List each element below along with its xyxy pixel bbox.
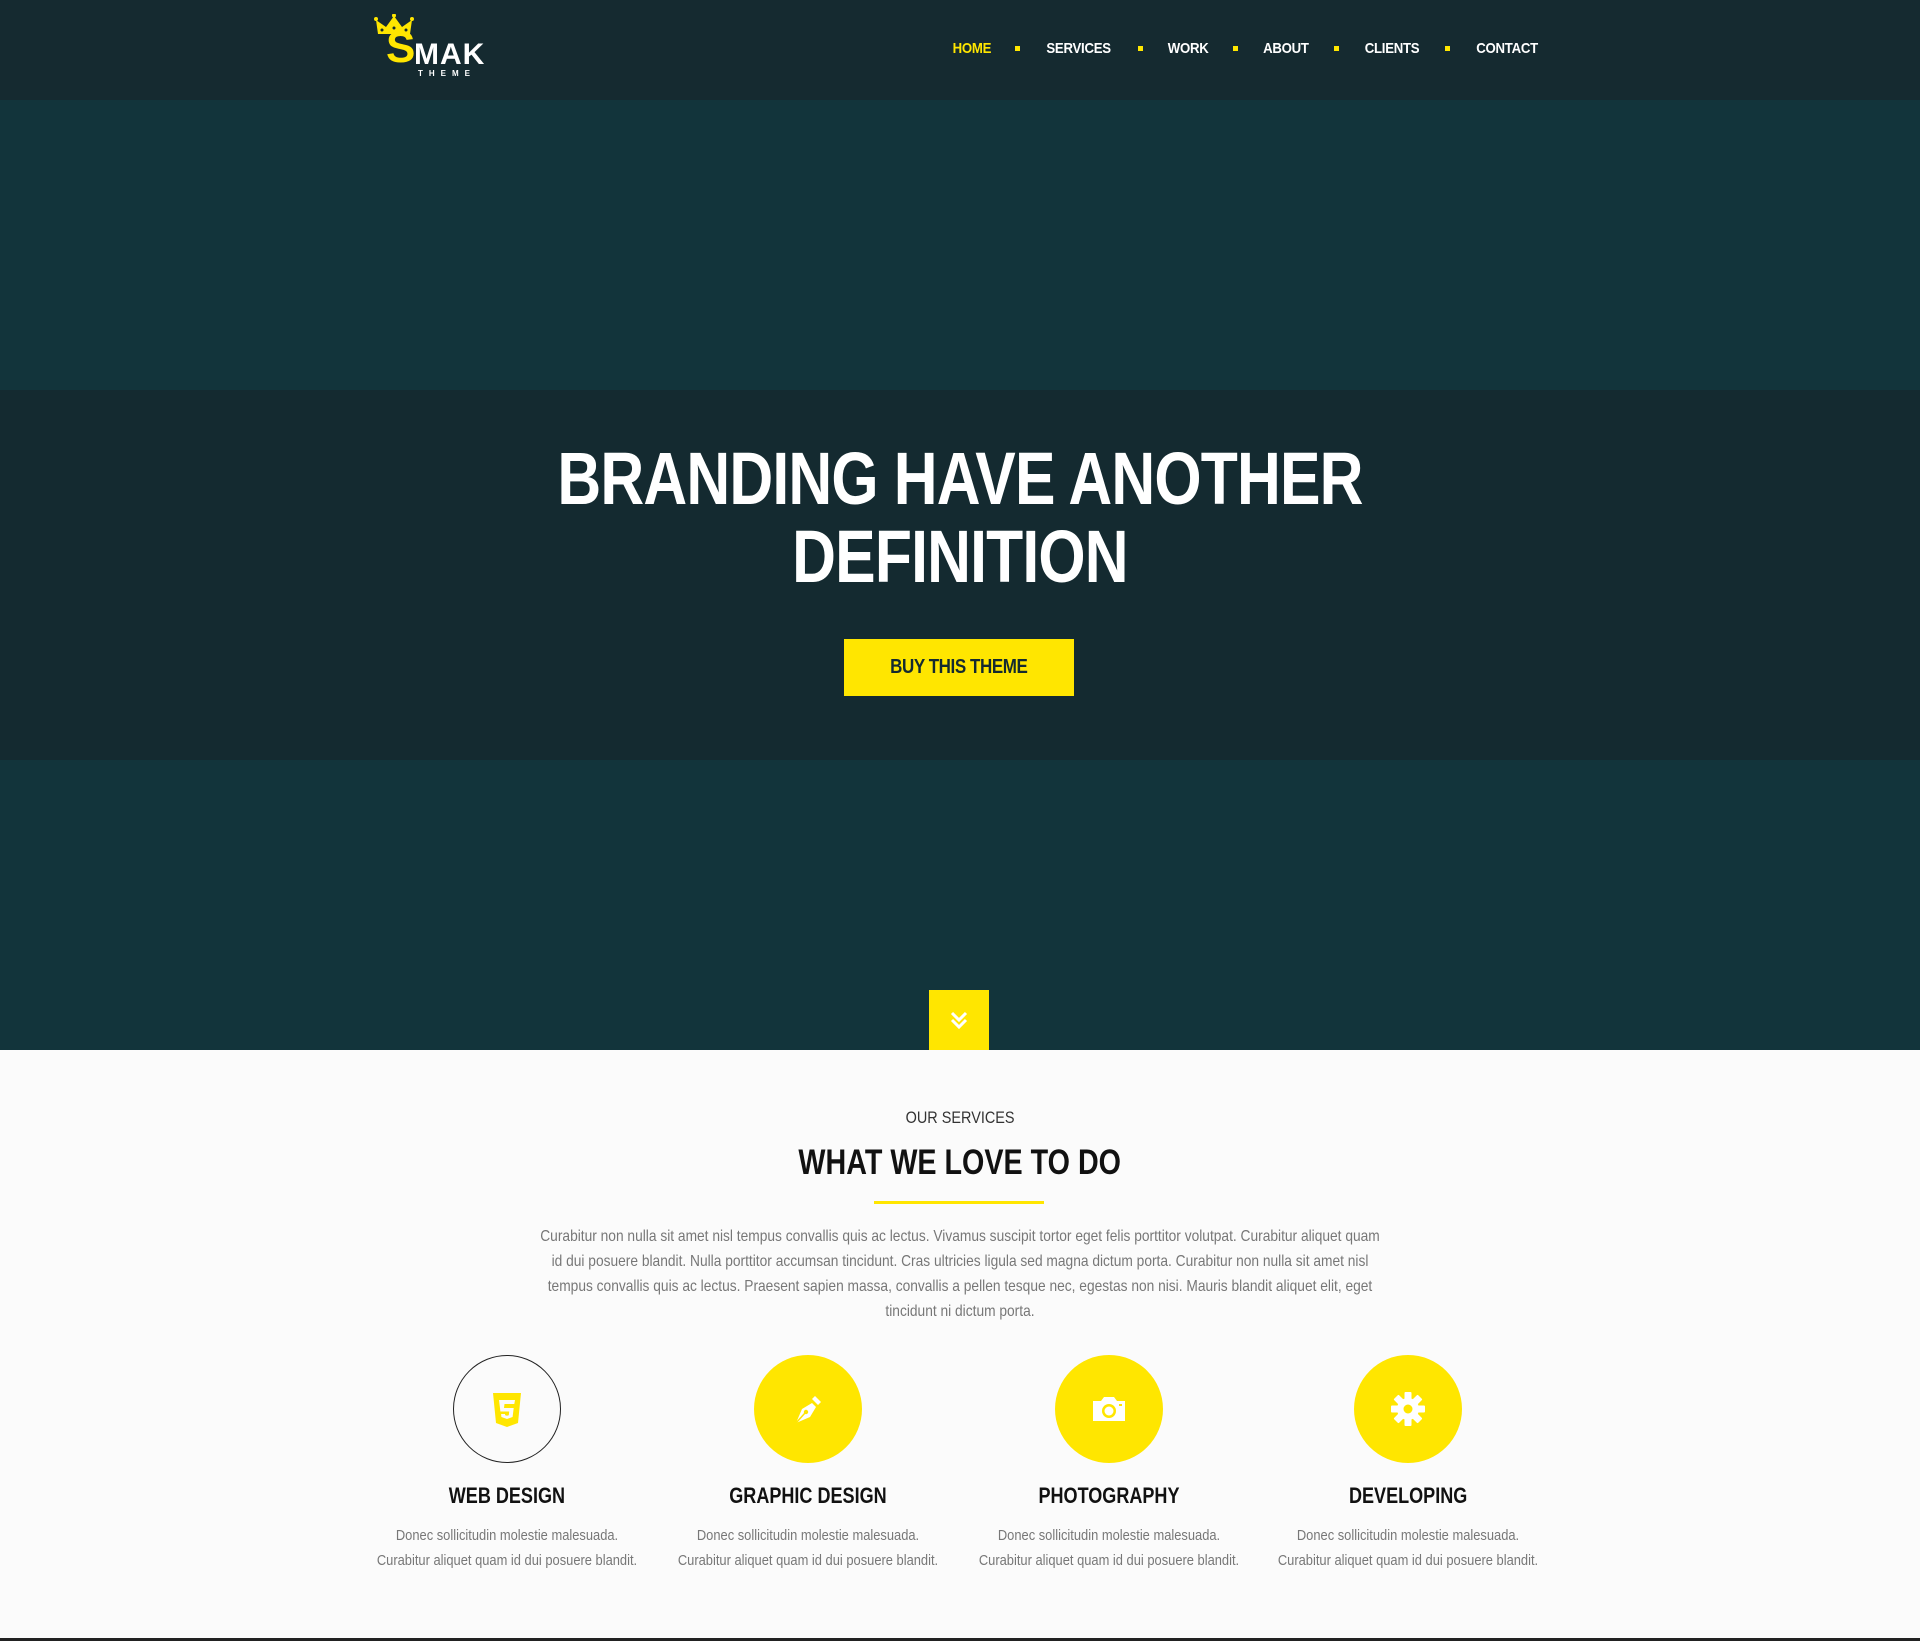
nav-separator [1333, 45, 1339, 51]
services-description-text: Curabitur non nulla sit amet nisl tempus… [540, 1228, 1380, 1320]
services-title: WHAT WE LOVE TO DO [0, 1143, 1920, 1183]
service-text: Donec sollicitudin molestie malesuada. C… [1258, 1523, 1558, 1573]
service-developing: DEVELOPING Donec sollicitudin molestie m… [1258, 1355, 1558, 1573]
service-icon-circle[interactable] [1055, 1355, 1163, 1463]
service-text: Donec sollicitudin molestie malesuada. C… [959, 1523, 1259, 1573]
nav-item-work[interactable]: WORK [1167, 40, 1208, 57]
logo-name: MAK [414, 38, 486, 71]
services-kicker: OUR SERVICES [0, 1108, 1920, 1128]
scroll-down-button[interactable] [929, 990, 989, 1050]
nav-item-services[interactable]: SERVICES [1047, 40, 1112, 57]
service-name-text: GRAPHIC DESIGN [729, 1483, 887, 1508]
logo[interactable]: S MAK THEME [374, 14, 494, 80]
service-icon-circle[interactable] [453, 1355, 561, 1463]
nav-item-about[interactable]: ABOUT [1263, 40, 1309, 57]
service-text: Donec sollicitudin molestie malesuada. C… [357, 1523, 657, 1573]
nav-item-contact[interactable]: CONTACT [1476, 40, 1538, 57]
service-text: Donec sollicitudin molestie malesuada. C… [658, 1523, 958, 1573]
site-header: S MAK THEME HOME SERVICES WORK ABOUT CLI… [0, 0, 1920, 100]
service-name-text: WEB DESIGN [448, 1483, 566, 1508]
service-text-body: Donec sollicitudin molestie malesuada. C… [376, 1527, 638, 1569]
service-name: PHOTOGRAPHY [959, 1483, 1259, 1509]
css3-icon [493, 1393, 521, 1427]
nav-separator [1232, 45, 1238, 51]
nav-separator [1137, 45, 1143, 51]
service-graphic-design: GRAPHIC DESIGN Donec sollicitudin molest… [658, 1355, 958, 1573]
nav-separator [1444, 45, 1450, 51]
nav-separator [1015, 45, 1021, 51]
chevrons-down-icon [950, 1011, 968, 1030]
services-divider [874, 1201, 1044, 1204]
services-title-text: WHAT WE LOVE TO DO [798, 1143, 1122, 1182]
hero-title-line1: BRANDING HAVE ANOTHER [557, 437, 1363, 520]
hero-title: BRANDING HAVE ANOTHER DEFINITION [0, 440, 1920, 596]
pen-nib-icon [795, 1396, 821, 1424]
buy-theme-label: BUY THIS THEME [890, 656, 1028, 678]
service-name: WEB DESIGN [357, 1483, 657, 1509]
service-icon-circle[interactable] [1354, 1355, 1462, 1463]
service-name-text: PHOTOGRAPHY [1038, 1483, 1180, 1508]
service-text-body: Donec sollicitudin molestie malesuada. C… [978, 1527, 1240, 1569]
page: S MAK THEME HOME SERVICES WORK ABOUT CLI… [0, 0, 1920, 1641]
service-name: GRAPHIC DESIGN [658, 1483, 958, 1509]
main-nav: HOME SERVICES WORK ABOUT CLIENTS CONTACT [950, 34, 1542, 62]
buy-theme-button[interactable]: BUY THIS THEME [844, 639, 1074, 696]
gear-icon [1391, 1392, 1425, 1426]
hero-title-line2: DEFINITION [792, 515, 1128, 598]
logo-sub: THEME [418, 69, 476, 78]
service-web-design: WEB DESIGN Donec sollicitudin molestie m… [357, 1355, 657, 1573]
logo-letter: S [386, 23, 415, 72]
services-description: Curabitur non nulla sit amet nisl tempus… [470, 1224, 1450, 1324]
service-text-body: Donec sollicitudin molestie malesuada. C… [1277, 1527, 1539, 1569]
service-photography: PHOTOGRAPHY Donec sollicitudin molestie … [959, 1355, 1259, 1573]
service-icon-circle[interactable] [754, 1355, 862, 1463]
nav-item-home[interactable]: HOME [952, 40, 991, 57]
services-kicker-text: OUR SERVICES [905, 1108, 1015, 1127]
service-name: DEVELOPING [1258, 1483, 1558, 1509]
service-name-text: DEVELOPING [1348, 1483, 1468, 1508]
service-text-body: Donec sollicitudin molestie malesuada. C… [677, 1527, 939, 1569]
nav-item-clients[interactable]: CLIENTS [1365, 40, 1420, 57]
camera-icon [1093, 1397, 1125, 1421]
